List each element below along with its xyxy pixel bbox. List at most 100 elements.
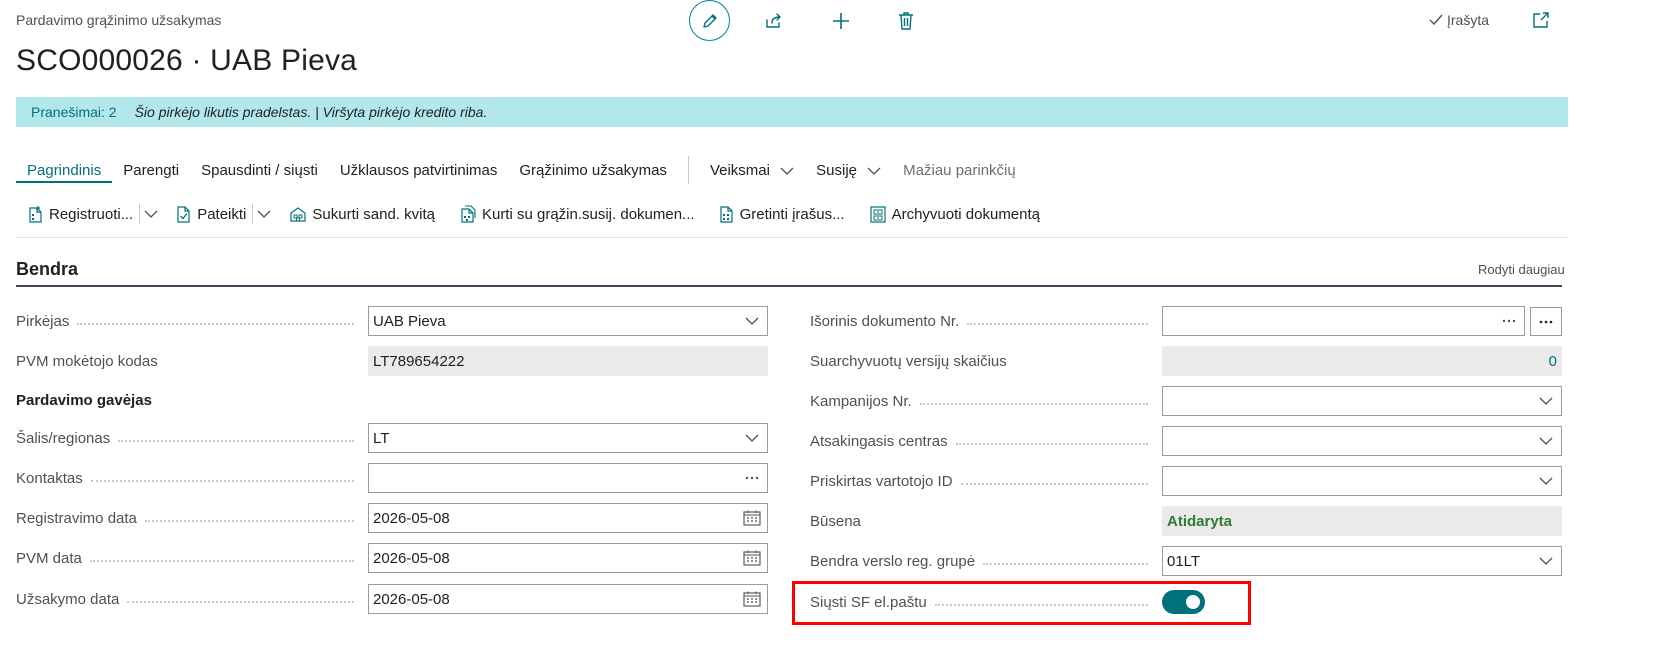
send-invoice-email-label-text: Siųsti SF el.paštu [810,593,927,611]
share-icon [766,13,781,28]
label-dots [144,520,354,522]
customer-field[interactable]: UAB Pieva [368,306,768,336]
posting-date-field[interactable]: 2026-05-08 [368,503,768,533]
section-title-general[interactable]: Bendra [16,259,78,280]
tab-request-approval[interactable]: Užklausos patvirtinimas [329,162,509,179]
archive-document-button[interactable]: Archyvuoti dokumentą [857,205,1052,223]
tab-print-send[interactable]: Spausdinti / siųsti [190,162,329,179]
tab-related-menu[interactable]: Susiję [805,162,892,179]
tab-related-label: Susiję [816,161,857,179]
customer-label-text: Pirkėjas [16,312,70,330]
edit-button[interactable] [689,0,730,41]
campaign-field[interactable] [1162,386,1562,416]
plus-icon [833,13,849,29]
toolbar-divider [16,237,1568,238]
show-more-link[interactable]: Rodyti daugiau [1478,262,1565,277]
create-return-related-docs-label: Kurti su grąžin.susij. dokumen... [481,205,695,223]
new-button[interactable] [828,8,854,34]
label-dots [90,480,354,482]
action-tabs: Pagrindinis Parengti Spausdinti / siųsti… [16,156,1027,184]
external-doc-lookup-button[interactable] [1498,319,1520,323]
bus-posting-group-label: Bendra verslo reg. grupė [810,546,1162,576]
tab-home[interactable]: Pagrindinis [16,162,113,183]
post-document-icon [29,206,42,223]
send-invoice-email-toggle[interactable] [1162,590,1205,614]
release-split-button: Pateikti [164,204,277,224]
assigned-user-dropdown[interactable] [1535,477,1557,485]
customer-value: UAB Pieva [373,312,446,330]
tab-divider [687,156,689,184]
campaign-dropdown[interactable] [1535,397,1557,405]
campaign-label: Kampanijos Nr. [810,386,1162,416]
label-dots [967,323,1148,325]
vat-date-calendar-button[interactable] [741,550,763,566]
external-doc-field[interactable] [1162,306,1525,336]
chevron-down-icon [1539,437,1553,445]
tab-fewer-options[interactable]: Mažiau parinkčių [892,162,1027,179]
posting-date-calendar-button[interactable] [741,510,763,526]
vat-date-field[interactable]: 2026-05-08 [368,543,768,573]
create-whse-receipt-label: Sukurti sand. kvitą [312,205,435,223]
customer-dropdown[interactable] [741,317,763,325]
bus-posting-group-dropdown[interactable] [1535,557,1557,565]
posting-date-value: 2026-05-08 [373,509,450,527]
tab-prepare[interactable]: Parengti [112,162,190,179]
contact-lookup-button[interactable] [741,476,763,480]
tab-actions-menu[interactable]: Veiksmai [699,162,805,179]
release-document-icon [177,206,190,223]
field-more-options-button[interactable] [1530,307,1562,336]
chevron-down-icon [1539,557,1553,565]
chevron-down-icon [144,210,158,218]
responsibility-center-field[interactable] [1162,426,1562,456]
responsibility-center-dropdown[interactable] [1535,437,1557,445]
ellipsis-icon [745,476,759,480]
create-whse-receipt-button[interactable]: Sukurti sand. kvitą [277,205,447,223]
delete-button[interactable] [893,8,919,34]
chevron-down-icon [867,167,881,175]
customer-label: Pirkėjas [16,306,368,336]
vat-date-label-text: PVM data [16,549,82,567]
country-dropdown[interactable] [741,434,763,442]
country-field[interactable]: LT [368,423,768,453]
notification-message[interactable]: Šio pirkėjo likutis pradelstas. | Viršyt… [135,104,488,120]
calendar-icon [743,550,761,566]
status-field: Atidaryta [1162,506,1562,536]
apply-entries-button[interactable]: Gretinti įrašus... [707,205,857,223]
chevron-down-icon [257,210,271,218]
share-button[interactable] [761,8,787,34]
order-date-field[interactable]: 2026-05-08 [368,584,768,614]
page-caption: Pardavimo grąžinimo užsakymas [16,12,222,28]
bus-posting-group-value: 01LT [1167,552,1201,570]
release-button[interactable]: Pateikti [164,205,250,223]
country-label: Šalis/regionas [16,423,368,453]
chevron-down-icon [1539,397,1553,405]
label-dots [89,560,354,562]
label-dots [955,443,1148,445]
create-return-related-docs-button[interactable]: Kurti su grąžin.susij. dokumen... [447,205,707,223]
bus-posting-group-field[interactable]: 01LT [1162,546,1562,576]
status-label-text: Būsena [810,512,861,530]
archive-document-label: Archyvuoti dokumentą [891,205,1041,223]
archived-versions-label-text: Suarchyvuotų versijų skaičius [810,352,1007,370]
release-menu-chevron[interactable] [253,210,277,218]
archived-versions-value[interactable]: 0 [1167,353,1557,370]
page-title: SCO000026 · UAB Pieva [16,44,358,77]
notification-count[interactable]: Pranešimai: 2 [31,104,117,120]
ellipsis-icon [1502,319,1516,323]
calendar-icon [743,510,761,526]
open-new-window-button[interactable] [1529,8,1553,32]
external-doc-label-text: Išorinis dokumento Nr. [810,312,960,330]
release-label: Pateikti [197,205,247,223]
order-date-label-text: Užsakymo data [16,590,120,608]
posting-date-label: Registravimo data [16,503,368,533]
contact-field[interactable] [368,463,768,493]
post-menu-chevron[interactable] [140,210,164,218]
order-date-calendar-button[interactable] [741,591,763,607]
post-split-button: Registruoti... [16,204,164,224]
toggle-knob [1186,595,1200,609]
tab-return-order[interactable]: Grąžinimo užsakymas [508,162,678,179]
post-button[interactable]: Registruoti... [16,205,137,223]
chevron-down-icon [745,434,759,442]
assigned-user-field[interactable] [1162,466,1562,496]
external-doc-label: Išorinis dokumento Nr. [810,306,1162,336]
